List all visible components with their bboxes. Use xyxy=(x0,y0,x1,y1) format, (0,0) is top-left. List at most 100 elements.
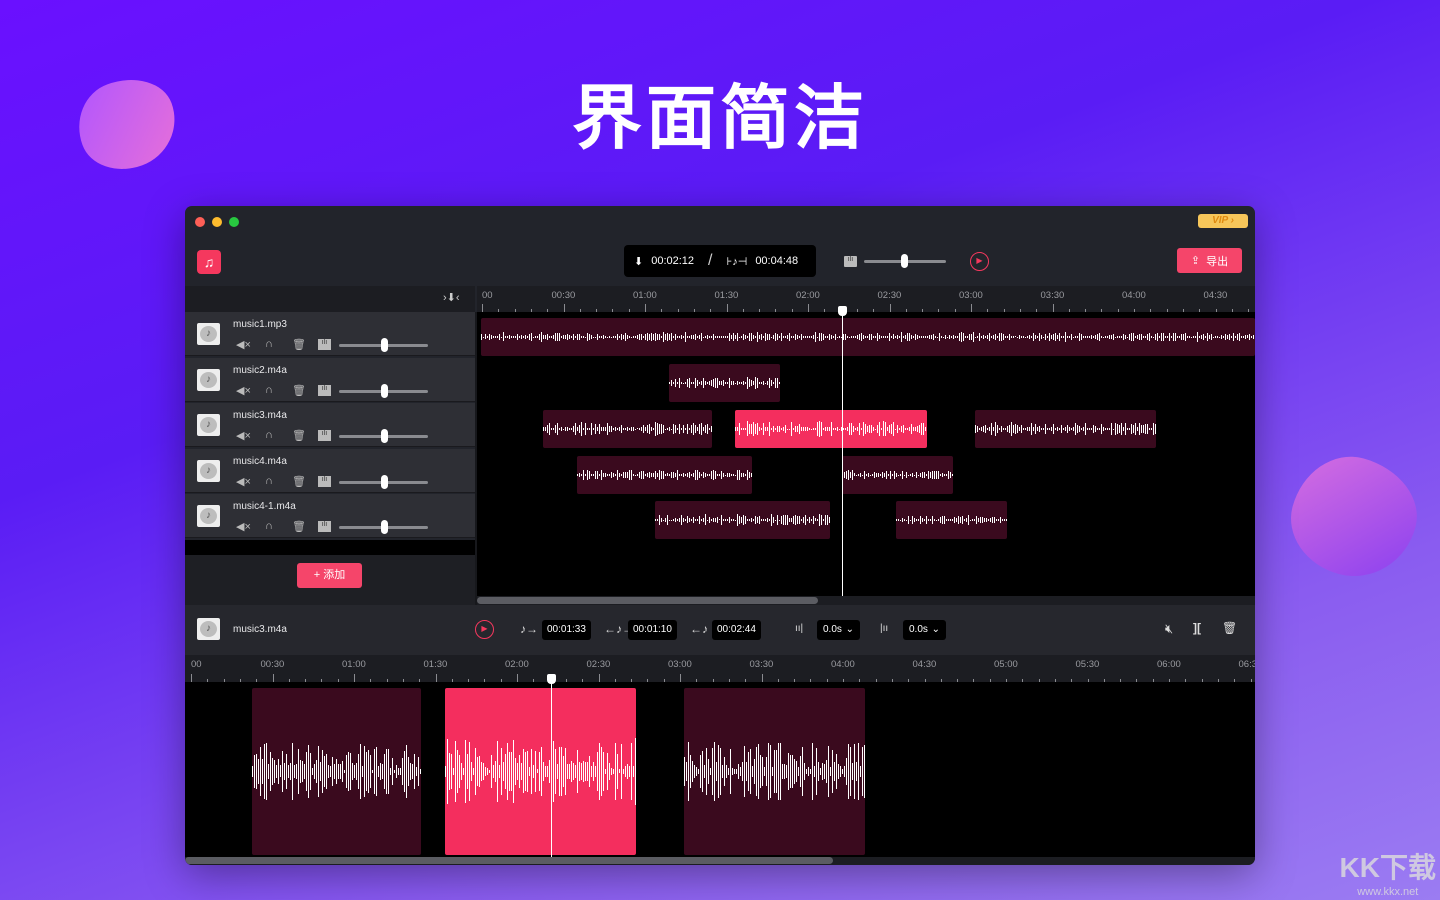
waveform-bar xyxy=(938,471,939,478)
mute-icon[interactable]: ◀× xyxy=(236,338,251,351)
vip-badge[interactable]: VIP › xyxy=(1198,214,1248,228)
volume-icon: ılı xyxy=(318,385,331,396)
waveform-bar xyxy=(763,519,764,522)
audio-clip[interactable] xyxy=(896,501,1007,539)
mute-icon[interactable]: ◀× xyxy=(236,429,251,442)
audio-clip-selected[interactable] xyxy=(735,410,927,448)
waveform-bar xyxy=(1143,425,1144,433)
duration-field[interactable]: 00:01:10 xyxy=(628,620,677,640)
waveform-bar xyxy=(1089,428,1090,430)
slider-knob[interactable] xyxy=(381,429,388,443)
waveform-bar xyxy=(705,514,706,525)
playhead-handle[interactable] xyxy=(838,306,847,316)
multitrack-timeline[interactable] xyxy=(477,312,1255,600)
trash-icon[interactable]: 🗑︎ xyxy=(292,475,306,488)
clip-ruler[interactable]: 0000:3001:0001:3002:0002:3003:0003:3004:… xyxy=(185,655,1255,682)
slider-knob[interactable] xyxy=(381,520,388,534)
mute-icon[interactable]: ◀× xyxy=(236,384,251,397)
export-button[interactable]: ⇪导出 xyxy=(1177,248,1242,273)
waveform-bar xyxy=(665,334,666,341)
track-row[interactable]: ♪ music1.mp3 ◀× ∩ 🗑︎ ılı xyxy=(185,312,475,356)
waveform-bar xyxy=(1129,428,1130,430)
headphones-icon[interactable]: ∩ xyxy=(265,520,273,532)
track-row[interactable]: ♪ music2.m4a ◀× ∩ 🗑︎ ılı xyxy=(185,358,475,402)
audio-clip[interactable] xyxy=(481,318,1255,356)
waveform-bar xyxy=(846,758,847,785)
waveform-bar xyxy=(1127,428,1128,430)
close-button[interactable] xyxy=(195,217,205,227)
track-volume-slider[interactable] xyxy=(339,526,428,529)
trash-icon[interactable]: 🗑︎ xyxy=(292,384,306,397)
waveform-bar xyxy=(797,516,798,524)
slider-knob[interactable] xyxy=(901,254,908,268)
clip-playhead-handle[interactable] xyxy=(547,674,556,684)
trash-icon[interactable]: 🗑︎ xyxy=(292,338,306,351)
play-button[interactable]: ▶ xyxy=(970,252,989,271)
waveform-bar xyxy=(1197,332,1198,341)
waveform-bar xyxy=(354,765,355,778)
track-volume-slider[interactable] xyxy=(339,390,428,393)
mute-icon[interactable]: ◀× xyxy=(236,520,251,533)
audio-clip[interactable] xyxy=(543,410,712,448)
waveform-bar xyxy=(991,336,992,338)
end-time-field[interactable]: 00:02:44 xyxy=(712,620,761,640)
clip-detail-timeline[interactable] xyxy=(185,682,1255,857)
track-row[interactable]: ♪ music4.m4a ◀× ∩ 🗑︎ ılı xyxy=(185,449,475,493)
mute-clip-icon[interactable]: 🔇︎ xyxy=(1165,621,1173,637)
headphones-icon[interactable]: ∩ xyxy=(265,338,273,350)
fade-in-select[interactable]: 0.0s⌄ xyxy=(817,620,860,640)
headphones-icon[interactable]: ∩ xyxy=(265,475,273,487)
master-volume-slider[interactable] xyxy=(864,260,946,263)
waveform-bar xyxy=(708,759,709,785)
waveform-bar xyxy=(1069,336,1070,338)
track-volume-slider[interactable] xyxy=(339,344,428,347)
clip-playhead[interactable] xyxy=(551,682,552,857)
audio-clip-selected[interactable] xyxy=(445,688,636,855)
track-row[interactable]: ♪ music4-1.m4a ◀× ∩ 🗑︎ ılı xyxy=(185,494,475,538)
audio-clip[interactable] xyxy=(975,410,1156,448)
waveform-bar xyxy=(741,382,742,385)
waveform-bar xyxy=(765,519,766,521)
headphones-icon[interactable]: ∩ xyxy=(265,429,273,441)
fade-out-select[interactable]: 0.0s⌄ xyxy=(903,620,946,640)
timeline-ruler[interactable]: 0000:3001:0001:3002:0002:3003:0003:3004:… xyxy=(477,286,1255,312)
delete-clip-icon[interactable]: 🗑︎ xyxy=(1222,621,1237,635)
start-time-field[interactable]: 00:01:33 xyxy=(542,620,591,640)
snap-playhead-icon[interactable]: ›⬇‹ xyxy=(443,291,460,304)
waveform-bar xyxy=(809,336,810,338)
minimize-button[interactable] xyxy=(212,217,222,227)
waveform-bar xyxy=(1175,333,1176,341)
headphones-icon[interactable]: ∩ xyxy=(265,384,273,396)
audio-clip[interactable] xyxy=(577,456,752,494)
trash-icon[interactable]: 🗑︎ xyxy=(292,429,306,442)
track-row[interactable]: ♪ music3.m4a ◀× ∩ 🗑︎ ılı xyxy=(185,403,475,447)
waveform-bar xyxy=(954,517,955,524)
split-icon[interactable]: ][ xyxy=(1193,621,1201,635)
trash-icon[interactable]: 🗑︎ xyxy=(292,520,306,533)
waveform-bar xyxy=(1019,427,1020,430)
slider-knob[interactable] xyxy=(381,338,388,352)
waveform-bar xyxy=(609,336,610,338)
mute-icon[interactable]: ◀× xyxy=(236,475,251,488)
audio-clip[interactable] xyxy=(252,688,421,855)
clip-scrollbar[interactable] xyxy=(185,857,833,864)
waveform-bar xyxy=(773,335,774,339)
slider-knob[interactable] xyxy=(381,475,388,489)
slider-knob[interactable] xyxy=(381,384,388,398)
zoom-button[interactable] xyxy=(229,217,239,227)
playhead[interactable] xyxy=(842,312,843,600)
audio-clip[interactable] xyxy=(655,501,830,539)
waveform-bar xyxy=(414,754,415,790)
horizontal-scrollbar[interactable] xyxy=(477,597,818,604)
waveform-bar xyxy=(701,333,702,342)
track-volume-slider[interactable] xyxy=(339,481,428,484)
waveform-bar xyxy=(705,336,706,338)
audio-clip[interactable] xyxy=(842,456,953,494)
track-volume-slider[interactable] xyxy=(339,435,428,438)
waveform-bar xyxy=(930,472,931,478)
waveform-bar xyxy=(585,423,586,435)
audio-clip[interactable] xyxy=(684,688,865,855)
add-track-button[interactable]: + 添加 xyxy=(297,563,362,588)
audio-clip[interactable] xyxy=(669,364,780,402)
clip-play-button[interactable]: ▶ xyxy=(475,620,494,639)
